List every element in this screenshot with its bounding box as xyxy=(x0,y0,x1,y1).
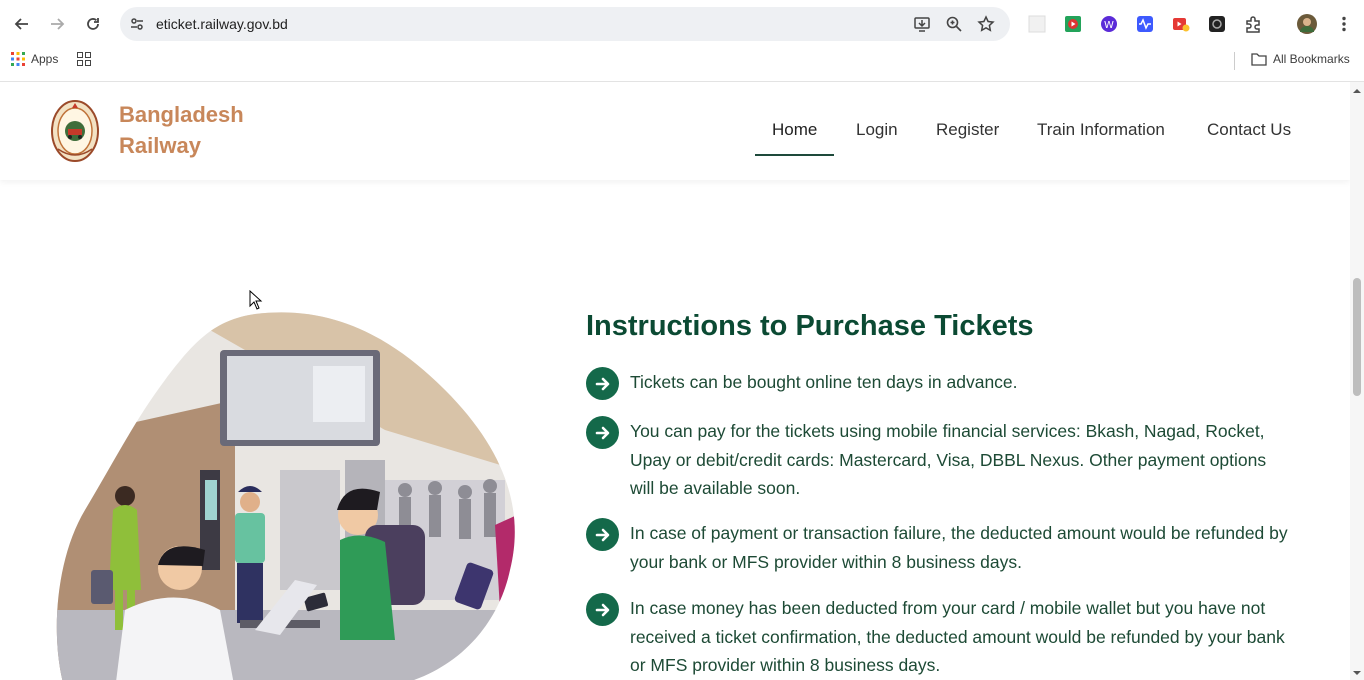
nav-train-information[interactable]: Train Information xyxy=(1037,120,1165,140)
scroll-thumb[interactable] xyxy=(1353,278,1361,396)
arrow-left-icon xyxy=(14,18,28,30)
apps-label: Apps xyxy=(31,52,59,66)
reload-button[interactable] xyxy=(79,10,107,38)
extension-wave-icon[interactable] xyxy=(1135,14,1155,34)
browser-chrome: eticket.railway.gov.bd W Apps All Bookma… xyxy=(0,0,1364,82)
nav-contact-us[interactable]: Contact Us xyxy=(1207,120,1291,140)
apps-grid-icon xyxy=(11,52,25,66)
reload-icon xyxy=(87,18,99,30)
extension-video-icon[interactable] xyxy=(1171,14,1191,34)
install-app-icon[interactable] xyxy=(913,15,931,33)
folder-icon xyxy=(1251,53,1267,66)
brand-line-1: Bangladesh xyxy=(119,102,244,127)
browser-menu-icon[interactable] xyxy=(1334,14,1354,34)
arrow-right-icon xyxy=(51,18,65,30)
arrow-right-circle-icon xyxy=(586,416,619,449)
bookmark-star-icon[interactable] xyxy=(977,15,995,33)
instruction-text: In case money has been deducted from you… xyxy=(630,598,1285,676)
forward-button[interactable] xyxy=(43,10,71,38)
extensions-puzzle-icon[interactable] xyxy=(1243,14,1263,34)
bookmark-apps[interactable]: Apps xyxy=(11,52,58,66)
site-info-icon[interactable] xyxy=(128,15,146,33)
all-bookmarks[interactable]: All Bookmarks xyxy=(1251,52,1350,66)
tab-groups-icon xyxy=(77,52,91,66)
extension-w-icon[interactable]: W xyxy=(1099,14,1119,34)
all-bookmarks-label: All Bookmarks xyxy=(1273,52,1350,66)
url-text[interactable]: eticket.railway.gov.bd xyxy=(156,16,288,32)
instruction-text: In case of payment or transaction failur… xyxy=(630,523,1288,572)
railway-logo[interactable] xyxy=(50,99,100,163)
nav-active-indicator xyxy=(755,154,834,156)
nav-login[interactable]: Login xyxy=(856,120,898,140)
extension-grid-icon[interactable] xyxy=(1027,14,1047,34)
instruction-text: Tickets can be bought online ten days in… xyxy=(630,372,1018,392)
profile-avatar[interactable] xyxy=(1297,14,1317,34)
brand-line-2: Railway xyxy=(119,133,201,158)
arrow-right-circle-icon xyxy=(586,593,619,626)
scroll-down-icon[interactable] xyxy=(1352,668,1362,678)
arrow-right-circle-icon xyxy=(586,367,619,400)
extension-dark-icon[interactable] xyxy=(1207,14,1227,34)
nav-home[interactable]: Home xyxy=(772,120,817,140)
bookmarks-bar: Apps All Bookmarks xyxy=(0,48,1364,74)
scroll-up-icon[interactable] xyxy=(1352,86,1362,96)
nav-register[interactable]: Register xyxy=(936,120,999,140)
zoom-icon[interactable] xyxy=(945,15,963,33)
svg-text:W: W xyxy=(1104,20,1114,31)
instruction-text: You can pay for the tickets using mobile… xyxy=(630,421,1267,499)
extension-play-icon[interactable] xyxy=(1063,14,1083,34)
ticket-counter-illustration xyxy=(55,310,517,680)
instructions-title: Instructions to Purchase Tickets xyxy=(586,310,1034,342)
site-header: Bangladesh Railway Home Login Register T… xyxy=(0,82,1350,180)
mouse-cursor-icon xyxy=(249,290,263,310)
page-scrollbar[interactable] xyxy=(1350,82,1364,680)
bookmark-tab-groups[interactable] xyxy=(77,52,91,66)
browser-toolbar: eticket.railway.gov.bd W xyxy=(0,0,1364,48)
site-brand[interactable]: Bangladesh Railway xyxy=(119,99,244,161)
address-bar[interactable]: eticket.railway.gov.bd xyxy=(120,7,1010,41)
back-button[interactable] xyxy=(8,10,36,38)
bookmarks-divider xyxy=(1234,52,1235,70)
arrow-right-circle-icon xyxy=(586,518,619,551)
web-page: Bangladesh Railway Home Login Register T… xyxy=(0,82,1364,680)
